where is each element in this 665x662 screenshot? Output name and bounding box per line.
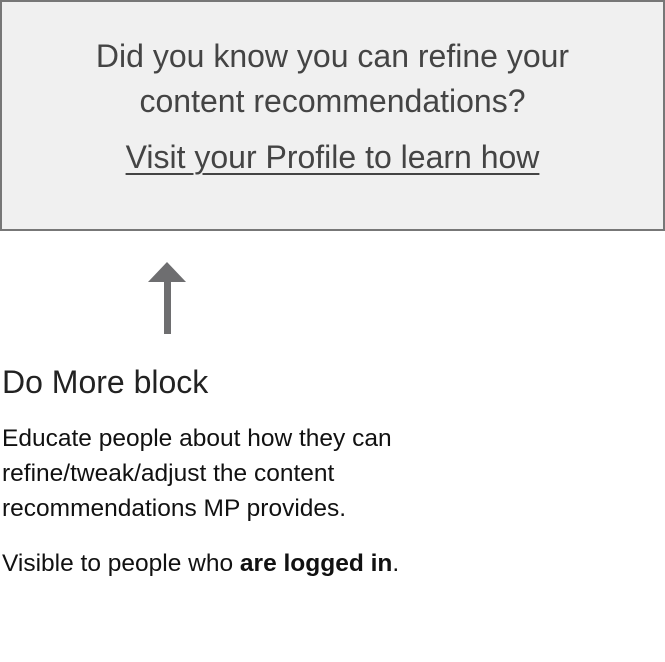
arrow-up-icon — [148, 262, 186, 334]
annotation-title: Do More block — [2, 364, 209, 400]
annotation-description-line-2: refine/tweak/adjust the content — [2, 460, 335, 487]
visibility-condition: are logged in — [239, 550, 393, 577]
question-line-1: Did you know you can refine your — [95, 38, 570, 74]
annotation-description-line-1: Educate people about how they can — [2, 425, 392, 452]
visibility-prefix: Visible to people who — [2, 550, 240, 577]
visibility-suffix: . — [392, 550, 400, 577]
question-line-2: content recommendations? — [139, 83, 526, 119]
visibility-note: Visible to people who are logged in. — [2, 550, 399, 578]
profile-link[interactable]: Visit your Profile to learn how — [126, 139, 540, 175]
annotation-description-line-3: recommendations MP provides. — [2, 495, 347, 522]
do-more-block: Did you know you can refine your content… — [0, 0, 665, 231]
